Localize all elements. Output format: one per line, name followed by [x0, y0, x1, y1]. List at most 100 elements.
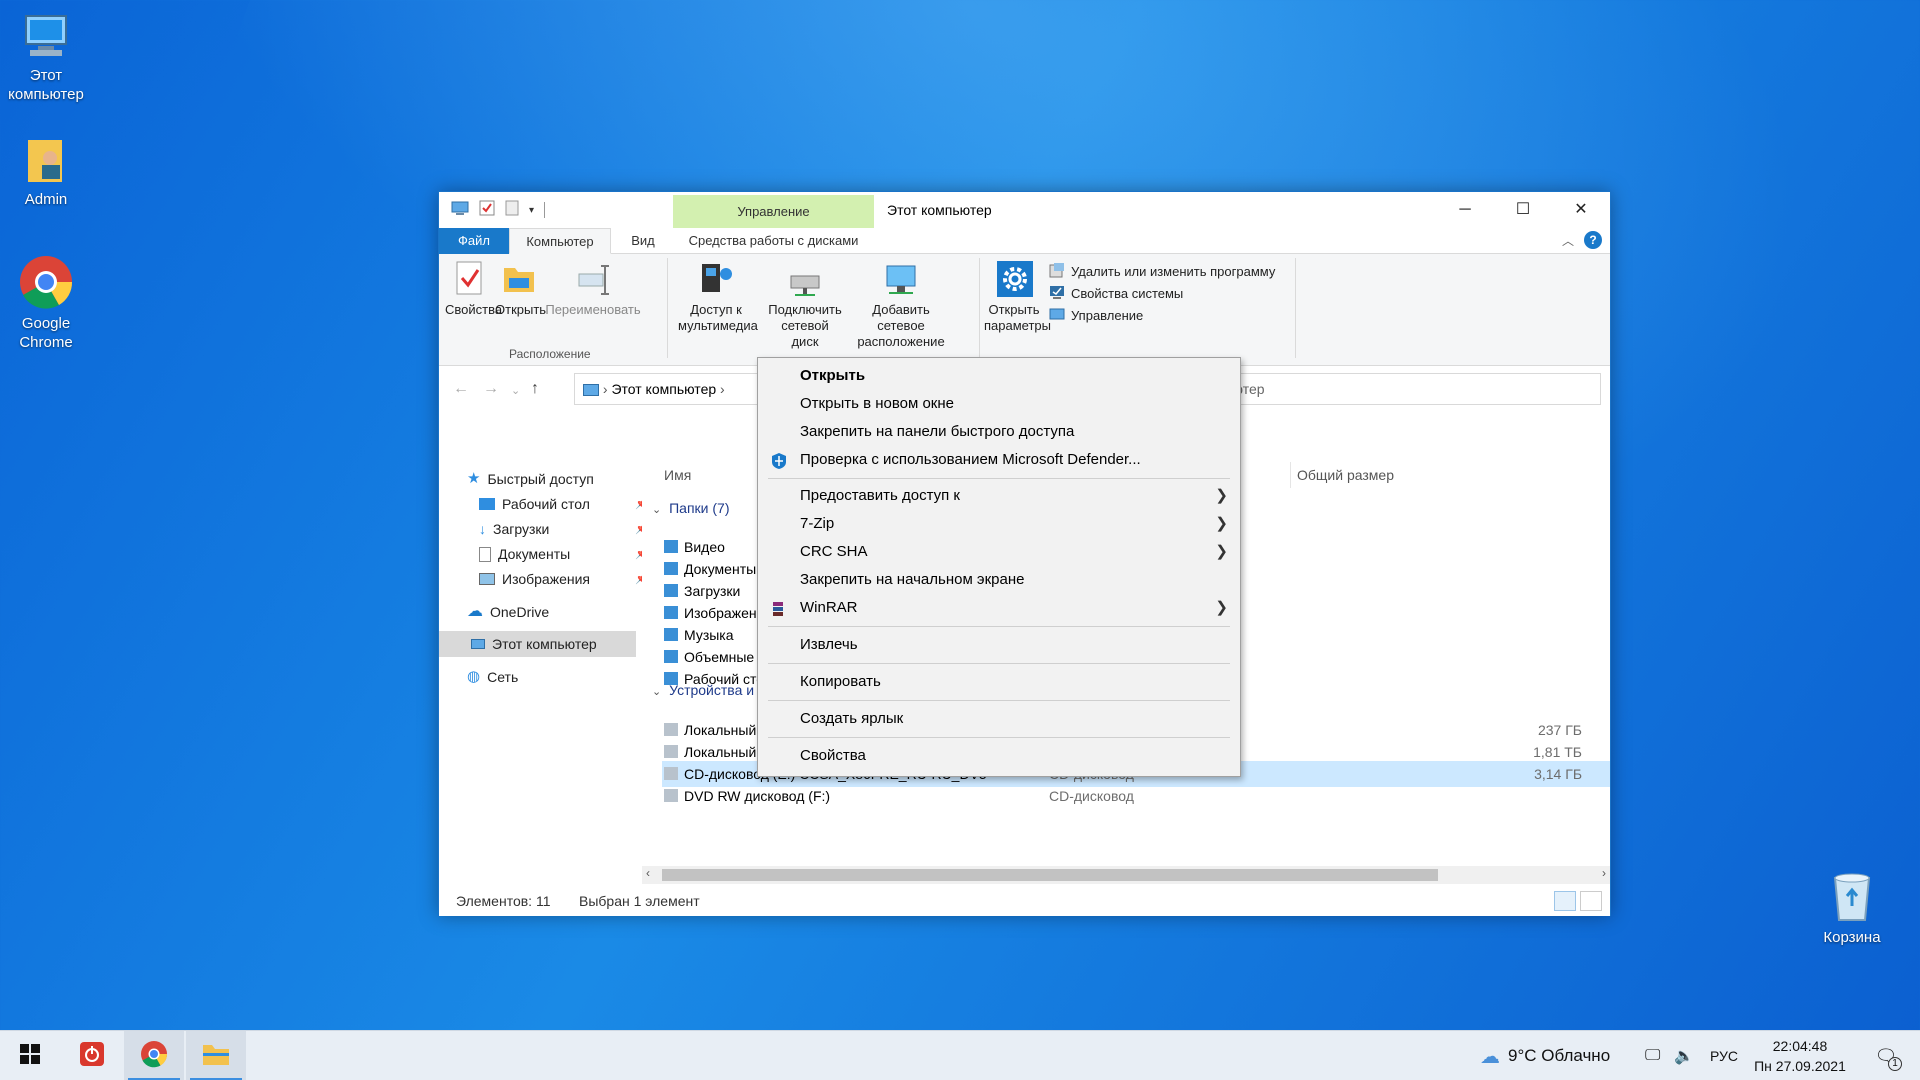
power-app-icon — [79, 1041, 105, 1071]
horizontal-scrollbar[interactable]: ‹ › — [642, 866, 1610, 884]
weather-widget[interactable]: ☁ 9°C Облачно — [1480, 1031, 1610, 1080]
menu-open[interactable]: Открыть — [758, 363, 1240, 389]
defender-shield-icon — [770, 452, 786, 469]
close-button[interactable]: ✕ — [1552, 192, 1610, 228]
column-header-size[interactable]: Общий размер — [1297, 467, 1394, 483]
up-arrow-icon[interactable]: ↑ — [531, 380, 539, 398]
folder-icon — [664, 562, 678, 575]
scroll-right-icon[interactable]: › — [1602, 866, 1606, 880]
menu-pin-start[interactable]: Закрепить на начальном экране — [758, 567, 1240, 593]
folder-icon — [664, 606, 678, 619]
properties-qat-icon[interactable] — [479, 200, 495, 220]
menu-winrar[interactable]: WinRAR ❯ — [758, 595, 1240, 621]
nav-desktop[interactable]: Рабочий стол📌 — [479, 491, 649, 517]
tab-view[interactable]: Вид — [615, 228, 671, 254]
minimize-button[interactable]: ─ — [1436, 192, 1494, 228]
group-devices[interactable]: ⌄ Устройства и — [652, 682, 754, 698]
add-network-location-button[interactable]: Добавить сетевое расположение — [849, 260, 953, 350]
tab-file[interactable]: Файл — [439, 228, 509, 254]
table-row[interactable]: DVD RW дисковод (F:) CD-дисковод — [662, 783, 1610, 809]
menu-eject[interactable]: Извлечь — [758, 632, 1240, 658]
folder-icon — [664, 628, 678, 641]
taskbar-file-explorer[interactable] — [186, 1031, 246, 1080]
ribbon: Свойства Открыть Переименовать Расположе… — [439, 254, 1610, 366]
nav-this-pc[interactable]: Этот компьютер — [439, 631, 636, 657]
programs-icon — [1049, 262, 1065, 281]
media-access-button[interactable]: Доступ к мультимедиа — [671, 260, 761, 334]
menu-pin-quick-access[interactable]: Закрепить на панели быстрого доступа — [758, 419, 1240, 445]
menu-7zip[interactable]: 7-Zip ❯ — [758, 511, 1240, 537]
menu-share-with[interactable]: Предоставить доступ к ❯ — [758, 483, 1240, 509]
nav-onedrive[interactable]: ☁ OneDrive — [467, 599, 549, 625]
forward-arrow-icon[interactable]: → — [483, 380, 499, 398]
menu-copy[interactable]: Копировать — [758, 669, 1240, 695]
tab-disk-tools[interactable]: Средства работы с дисками — [673, 228, 874, 254]
uninstall-program-label: Удалить или изменить программу — [1071, 264, 1276, 279]
search-input[interactable]: мпьютер — [1199, 373, 1601, 405]
map-network-drive-button[interactable]: Подключить сетевой диск — [765, 260, 845, 350]
network-status-icon[interactable]: 🖵 — [1645, 1031, 1660, 1080]
recent-chevron-icon[interactable]: ⌄ — [511, 384, 520, 397]
desktop-icon-chrome[interactable]: Google Chrome — [0, 254, 92, 352]
group-folders[interactable]: ⌄ Папки (7) — [652, 500, 729, 516]
details-view-icon[interactable] — [1554, 891, 1576, 911]
menu-properties[interactable]: Свойства — [758, 743, 1240, 769]
desktop-icon-this-pc[interactable]: Этот компьютер — [0, 10, 92, 104]
uninstall-program-button[interactable]: Удалить или изменить программу — [1049, 262, 1275, 281]
winrar-icon — [770, 600, 786, 616]
menu-create-shortcut[interactable]: Создать ярлык — [758, 706, 1240, 732]
desktop-icon-label: Admin — [24, 191, 68, 208]
qat-dropdown-icon[interactable]: ▾ — [529, 205, 534, 216]
taskbar-chrome[interactable] — [124, 1031, 184, 1080]
quick-access-toolbar: ▾ — [451, 200, 546, 220]
nav-documents[interactable]: Документы📌 — [479, 541, 649, 567]
address-path[interactable]: Этот компьютер — [611, 381, 716, 397]
menu-separator — [768, 663, 1230, 664]
context-tab-manage[interactable]: Управление — [673, 195, 874, 228]
system-properties-button[interactable]: Свойства системы — [1049, 284, 1183, 303]
desktop-icon-recycle-bin[interactable]: Корзина — [1806, 868, 1898, 947]
properties-button[interactable]: Свойства — [445, 260, 502, 318]
submenu-arrow-icon: ❯ — [1215, 487, 1228, 504]
language-indicator[interactable]: РУС — [1710, 1031, 1738, 1080]
address-pc-icon — [583, 384, 599, 397]
volume-icon[interactable]: 🔈 — [1674, 1031, 1694, 1080]
desktop-icon-admin[interactable]: Admin — [0, 134, 92, 209]
open-settings-button[interactable]: Открыть параметры — [983, 260, 1051, 334]
notifications-button[interactable]: 🗨 1 — [1866, 1031, 1906, 1080]
nav-network[interactable]: ◍ Сеть — [467, 664, 518, 690]
clock-time: 22:04:48 — [1772, 1038, 1828, 1054]
nav-downloads[interactable]: ↓ Загрузки📌 — [479, 516, 649, 542]
back-arrow-icon[interactable]: ← — [453, 380, 469, 398]
rename-label: Переименовать — [545, 302, 641, 317]
open-button[interactable]: Открыть — [495, 260, 546, 318]
scroll-left-icon[interactable]: ‹ — [646, 866, 650, 880]
properties-icon — [451, 260, 487, 298]
manage-icon — [1049, 306, 1065, 325]
scrollbar-thumb[interactable] — [662, 869, 1438, 881]
help-icon[interactable]: ? — [1584, 231, 1602, 249]
new-folder-qat-icon[interactable] — [505, 200, 519, 220]
maximize-button[interactable]: ☐ — [1494, 192, 1552, 228]
chrome-icon — [140, 1040, 168, 1072]
add-network-location-label: Добавить сетевое расположение — [857, 302, 945, 349]
chevron-down-icon: ⌄ — [652, 504, 662, 516]
collapse-ribbon-icon[interactable]: ︿ — [1562, 232, 1574, 249]
menu-defender-scan[interactable]: Проверка с использованием Microsoft Defe… — [758, 447, 1240, 473]
user-folder-icon — [20, 134, 72, 186]
rename-button[interactable]: Переименовать — [545, 260, 641, 318]
document-icon — [479, 546, 491, 562]
manage-button[interactable]: Управление — [1049, 306, 1143, 325]
title-bar[interactable]: ▾ Управление Этот компьютер ─ ☐ ✕ — [439, 192, 1610, 228]
tab-computer[interactable]: Компьютер — [509, 228, 611, 254]
nav-quick-access[interactable]: ★ Быстрый доступ — [467, 466, 594, 492]
nav-pictures[interactable]: Изображения📌 — [479, 566, 649, 592]
tiles-view-icon[interactable] — [1580, 891, 1602, 911]
taskbar-power-app[interactable] — [62, 1031, 122, 1080]
column-header-name[interactable]: Имя — [664, 467, 691, 483]
start-button[interactable] — [0, 1031, 60, 1080]
menu-open-new-window[interactable]: Открыть в новом окне — [758, 391, 1240, 417]
menu-crc-sha[interactable]: CRC SHA ❯ — [758, 539, 1240, 565]
desktop-icon-label: Корзина — [1823, 929, 1881, 946]
clock[interactable]: 22:04:48 Пн 27.09.2021 — [1752, 1031, 1848, 1080]
